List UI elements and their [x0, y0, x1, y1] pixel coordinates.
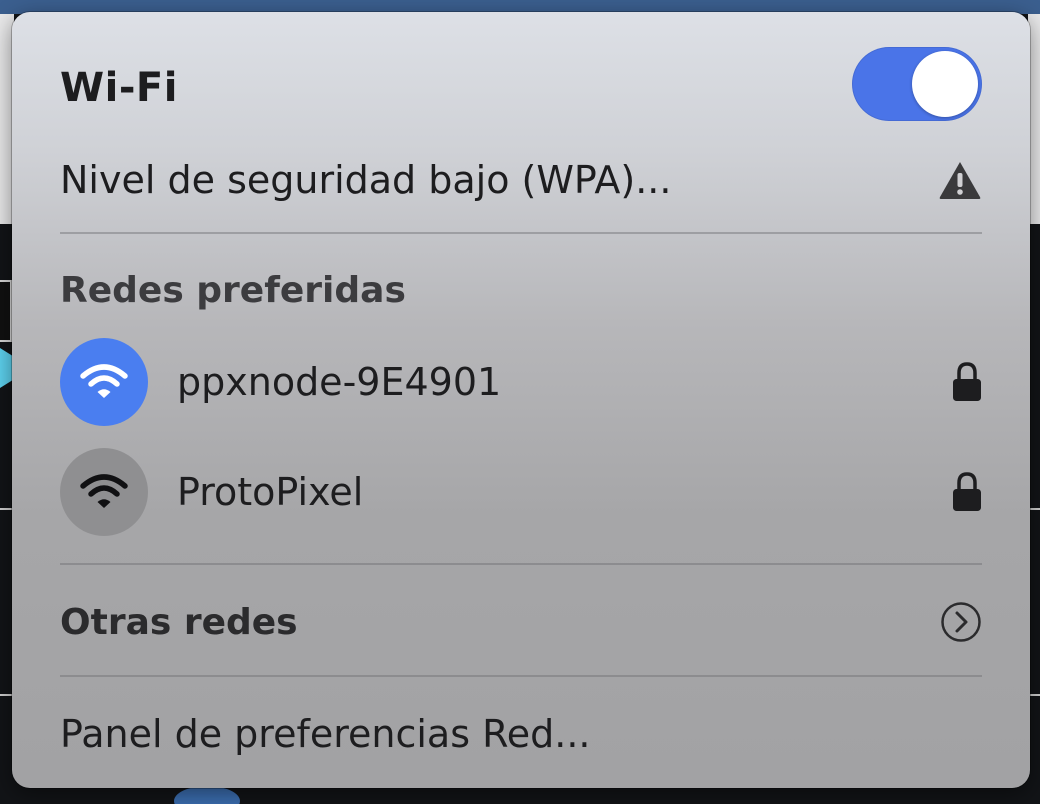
security-warning-label: Nivel de seguridad bajo (WPA)... — [60, 158, 672, 202]
network-name: ppxnode-9E4901 — [177, 360, 502, 404]
preferred-networks-heading: Redes preferidas — [60, 269, 406, 311]
preferred-networks-heading-row: Redes preferidas — [60, 264, 982, 316]
network-item-protopixel[interactable]: ProtoPixel — [60, 448, 982, 536]
desktop-element-left — [0, 280, 12, 342]
desktop-dock-item — [174, 786, 240, 804]
wifi-title: Wi-Fi — [60, 65, 178, 111]
lock-icon — [952, 361, 982, 403]
wifi-header: Wi-Fi — [60, 60, 982, 116]
divider — [60, 232, 982, 234]
other-networks-label: Otras redes — [60, 601, 298, 643]
network-item-ppxnode[interactable]: ppxnode-9E4901 — [60, 338, 982, 426]
network-preferences-row[interactable]: Panel de preferencias Red... — [60, 706, 982, 762]
warning-triangle-icon — [938, 160, 982, 200]
wifi-toggle-knob — [912, 51, 978, 117]
chevron-right-circle-icon[interactable] — [940, 601, 982, 643]
wifi-icon — [60, 338, 148, 426]
wifi-menu: Wi-Fi Nivel de seguridad bajo (WPA)... R… — [12, 12, 1030, 788]
wifi-icon — [60, 448, 148, 536]
network-preferences-label: Panel de preferencias Red... — [60, 712, 591, 756]
lock-icon — [952, 471, 982, 513]
network-name: ProtoPixel — [177, 470, 364, 514]
divider — [60, 675, 982, 677]
divider — [60, 563, 982, 565]
other-networks-row[interactable]: Otras redes — [60, 594, 982, 650]
security-warning-row[interactable]: Nivel de seguridad bajo (WPA)... — [60, 152, 982, 208]
wifi-toggle[interactable] — [852, 47, 982, 121]
